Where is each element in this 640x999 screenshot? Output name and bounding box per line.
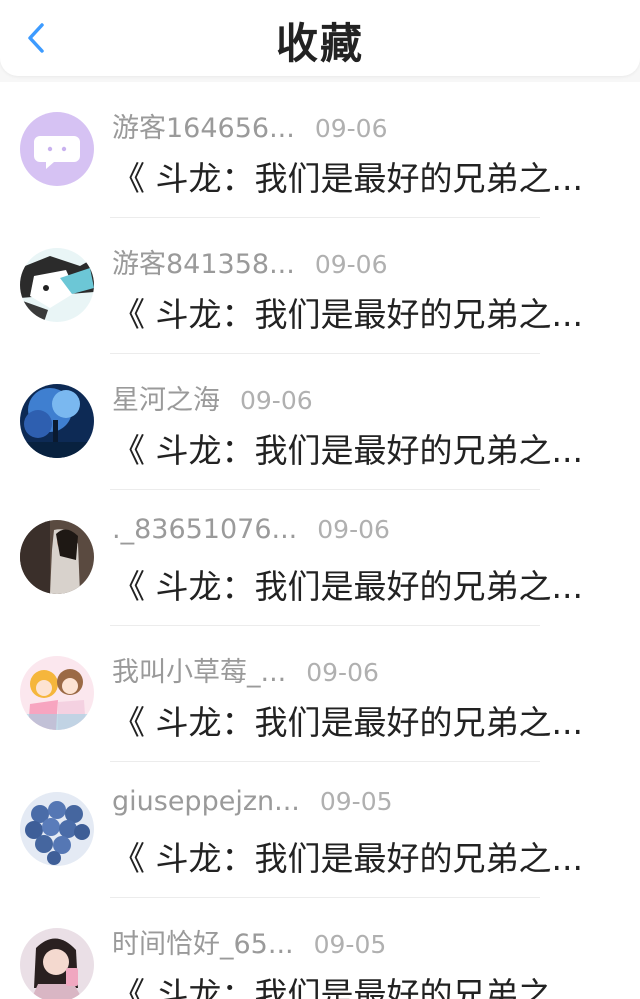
avatar[interactable]	[20, 520, 94, 594]
anime-girls-avatar	[20, 656, 94, 730]
work-title[interactable]: 《 斗龙：我们是最好的兄弟之...	[112, 696, 612, 744]
work-title[interactable]: 《 斗龙：我们是最好的兄弟之...	[112, 560, 612, 608]
username[interactable]: giuseppejzn...	[112, 786, 300, 817]
chat-bubble-icon	[20, 112, 94, 186]
username[interactable]: 游客164656...	[112, 106, 295, 145]
work-title[interactable]: 《 斗龙：我们是最好的兄弟之...	[112, 288, 612, 336]
date: 09-06	[317, 515, 390, 544]
date: 09-06	[314, 114, 388, 143]
girl-photo-avatar	[20, 520, 94, 594]
work-title[interactable]: 《 斗龙：我们是最好的兄弟之...	[112, 424, 612, 472]
username[interactable]: ._83651076...	[112, 514, 297, 545]
list-item[interactable]: giuseppejzn... 09-05 《 斗龙：我们是最好的兄弟之...	[0, 762, 640, 898]
avatar[interactable]	[20, 112, 94, 186]
anime-boy-avatar	[20, 248, 94, 322]
top-bar: 收藏	[0, 0, 640, 76]
page-title: 收藏	[275, 19, 364, 68]
work-title[interactable]: 《 斗龙：我们是最好的兄弟之...	[112, 832, 612, 880]
username[interactable]: 星河之海	[112, 378, 220, 417]
date: 09-06	[306, 658, 379, 687]
list-item[interactable]: 游客164656... 09-06 《 斗龙：我们是最好的兄弟之...	[0, 82, 640, 218]
date: 09-06	[240, 386, 313, 415]
username[interactable]: 我叫小草莓_...	[112, 650, 286, 689]
favorites-list[interactable]: 游客164656... 09-06 《 斗龙：我们是最好的兄弟之... 游客84…	[0, 82, 640, 999]
list-item[interactable]: 我叫小草莓_... 09-06 《 斗龙：我们是最好的兄弟之...	[0, 626, 640, 762]
list-item[interactable]: ._83651076... 09-06 《 斗龙：我们是最好的兄弟之...	[0, 490, 640, 626]
blue-tree-avatar	[20, 384, 94, 458]
selfie-avatar	[20, 928, 94, 999]
list-item[interactable]: 游客841358... 09-06 《 斗龙：我们是最好的兄弟之...	[0, 218, 640, 354]
list-item[interactable]: 时间恰好_65... 09-05 《 斗龙：我们是最好的兄弟之...	[0, 898, 640, 999]
username[interactable]: 游客841358...	[112, 242, 295, 281]
avatar[interactable]	[20, 656, 94, 730]
username[interactable]: 时间恰好_65...	[112, 922, 294, 961]
list-item[interactable]: 星河之海 09-06 《 斗龙：我们是最好的兄弟之...	[0, 354, 640, 490]
avatar[interactable]	[20, 248, 94, 322]
avatar[interactable]	[20, 792, 94, 866]
date: 09-05	[313, 930, 387, 959]
avatar[interactable]	[20, 384, 94, 458]
work-title[interactable]: 《 斗龙：我们是最好的兄弟之...	[112, 152, 612, 200]
avatar[interactable]	[20, 928, 94, 999]
date: 09-06	[314, 250, 388, 279]
blue-balls-avatar	[20, 792, 94, 866]
date: 09-05	[319, 787, 393, 816]
work-title[interactable]: 《 斗龙：我们是最好的兄弟之...	[112, 968, 612, 999]
